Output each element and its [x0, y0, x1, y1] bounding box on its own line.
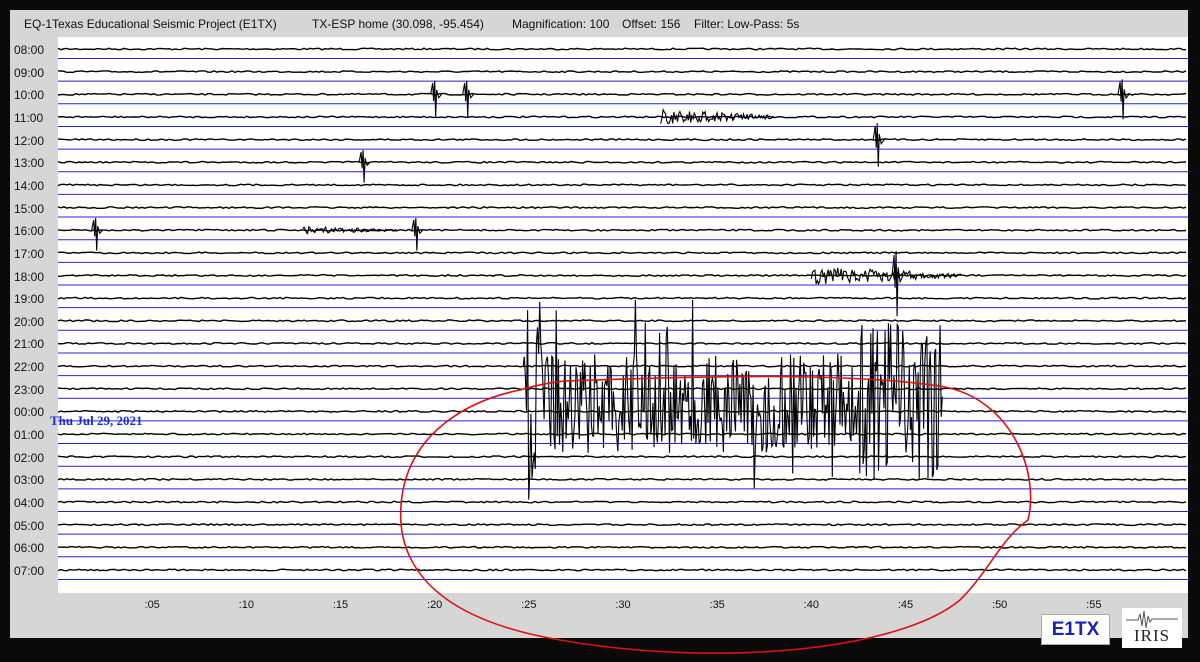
trace-line [57, 341, 1187, 345]
trace-line [57, 70, 1187, 74]
seismic-spike [411, 217, 424, 251]
trace-line [57, 500, 1187, 504]
trace-line [57, 183, 1187, 187]
seismic-spike [891, 251, 904, 317]
trace-line [57, 138, 1187, 142]
trace-line [57, 409, 1187, 413]
seismic-spike [872, 123, 885, 167]
seismic-spike [462, 80, 475, 117]
trace-line [57, 115, 1187, 119]
trace-line [57, 273, 1187, 278]
trace-line [57, 523, 1187, 527]
trace-line [57, 206, 1187, 210]
seismic-spike [91, 217, 104, 251]
trace-line [57, 296, 1187, 300]
seismic-spike [358, 149, 371, 183]
trace-line [57, 455, 1187, 459]
trace-line [57, 432, 1187, 436]
seismogram-traces [57, 47, 1188, 654]
trace-line [57, 364, 1187, 368]
trace-line [57, 251, 1187, 255]
trace-line [57, 47, 1186, 51]
trace-line [57, 477, 1187, 481]
trace-line [57, 92, 1187, 96]
trace-line [57, 545, 1187, 549]
trace-line [57, 228, 1187, 232]
trace-line [57, 319, 1187, 323]
seismic-spike [1117, 79, 1130, 120]
trace-line [57, 387, 1187, 391]
seismic-spike [430, 80, 443, 117]
trace-line [57, 160, 1187, 164]
trace-line [57, 568, 1187, 572]
